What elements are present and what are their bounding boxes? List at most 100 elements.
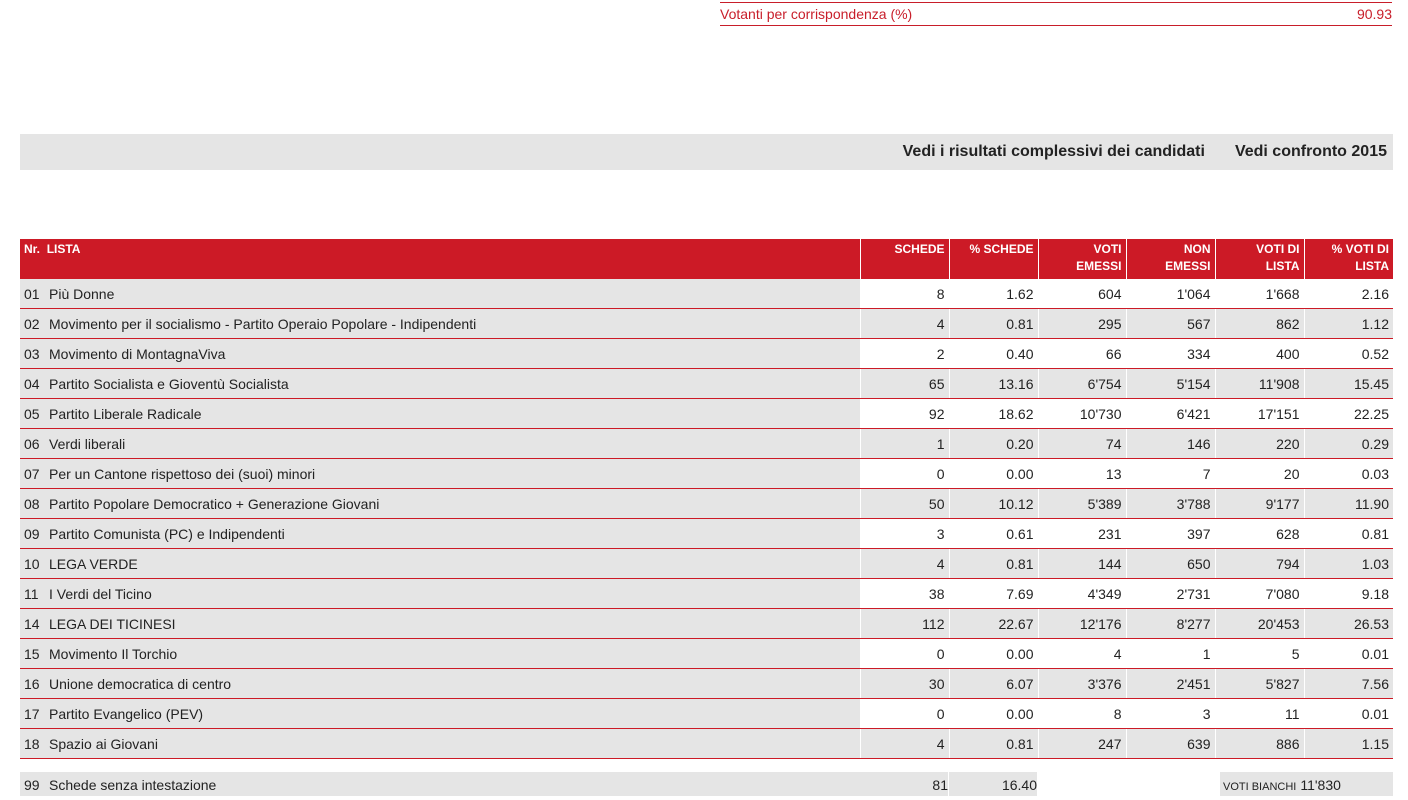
pct-voti-lista-cell: 7.56 xyxy=(1304,668,1393,699)
schede-cell: 0 xyxy=(860,458,950,489)
pct-schede-cell: 7.69 xyxy=(949,578,1039,609)
non-emessi-cell: 8'277 xyxy=(1126,608,1216,639)
list-name-cell: 14 LEGA DEI TICINESI xyxy=(20,608,861,639)
schede-cell: 30 xyxy=(860,668,950,699)
column-header-pct-schede[interactable]: % SCHEDE xyxy=(949,239,1039,279)
votanti-corrispondenza-label: Votanti per corrispondenza (%) xyxy=(720,6,913,22)
voti-emessi-cell: 8 xyxy=(1038,698,1127,729)
table-row: 14 LEGA DEI TICINESI 112 22.67 12'176 8'2… xyxy=(20,608,1393,639)
pct-schede-cell: 16.40 xyxy=(949,772,1037,796)
voti-emessi-cell: 10'730 xyxy=(1038,398,1127,429)
list-name-cell: 06 Verdi liberali xyxy=(20,428,861,459)
schede-cell: 3 xyxy=(860,518,950,549)
schede-cell: 92 xyxy=(860,398,950,429)
schede-senza-intestazione-row: 99 Schede senza intestazione 81 16.40 VOT… xyxy=(20,772,1393,796)
pct-schede-cell: 13.16 xyxy=(949,368,1039,399)
voti-bianchi-label: VOTI BIANCHI xyxy=(1223,781,1297,793)
lists-results-table: Nr. LISTA SCHEDE % SCHEDE VOTI EMESSI NON… xyxy=(20,239,1393,759)
table-row: 04 Partito Socialista e Gioventù Socialis… xyxy=(20,368,1393,399)
voti-emessi-cell: 6'754 xyxy=(1038,368,1127,399)
compare-2015-link[interactable]: Vedi confronto 2015 xyxy=(1235,143,1387,161)
pct-schede-cell: 22.67 xyxy=(949,608,1039,639)
voti-emessi-cell: 295 xyxy=(1038,308,1127,339)
table-row: 02 Movimento per il socialismo - Partito … xyxy=(20,308,1393,339)
table-row: 10 LEGA VERDE 4 0.81 144 650 794 1.03 xyxy=(20,548,1393,579)
voti-emessi-cell: 74 xyxy=(1038,428,1127,459)
list-name-cell: 15 Movimento Il Torchio xyxy=(20,638,861,669)
pct-schede-cell: 0.00 xyxy=(949,698,1039,729)
non-emessi-cell: 567 xyxy=(1126,308,1216,339)
voti-emessi-cell: 4'349 xyxy=(1038,578,1127,609)
schede-cell: 0 xyxy=(860,698,950,729)
voti-emessi-cell: 66 xyxy=(1038,338,1127,369)
pct-voti-lista-cell: 9.18 xyxy=(1304,578,1393,609)
non-emessi-cell: 7 xyxy=(1126,458,1216,489)
pct-schede-cell: 0.40 xyxy=(949,338,1039,369)
voti-lista-cell: 220 xyxy=(1215,428,1305,459)
non-emessi-cell: 6'421 xyxy=(1126,398,1216,429)
pct-voti-lista-cell: 26.53 xyxy=(1304,608,1393,639)
pct-voti-lista-cell: 2.16 xyxy=(1304,279,1393,309)
non-emessi-cell: 1 xyxy=(1126,638,1216,669)
results-links-bar: Vedi i risultati complessivi dei candida… xyxy=(20,134,1393,170)
pct-voti-lista-cell: 22.25 xyxy=(1304,398,1393,429)
list-name-cell: 01 Più Donne xyxy=(20,279,861,309)
pct-schede-cell: 0.00 xyxy=(949,638,1039,669)
pct-schede-cell: 0.81 xyxy=(949,308,1039,339)
voti-emessi-cell: 247 xyxy=(1038,728,1127,759)
voti-lista-cell: 11 xyxy=(1215,698,1305,729)
voti-emessi-cell: 5'389 xyxy=(1038,488,1127,519)
table-row: 18 Spazio ai Giovani 4 0.81 247 639 886 1… xyxy=(20,728,1393,759)
voti-emessi-cell: 12'176 xyxy=(1038,608,1127,639)
candidates-results-link[interactable]: Vedi i risultati complessivi dei candida… xyxy=(903,143,1205,161)
table-row: 08 Partito Popolare Democratico + Generaz… xyxy=(20,488,1393,519)
voti-emessi-cell: 4 xyxy=(1038,638,1127,669)
voti-bianchi-cell: VOTI BIANCHI 11'830 xyxy=(1220,772,1393,796)
pct-schede-cell: 18.62 xyxy=(949,398,1039,429)
table-row: 01 Più Donne 8 1.62 604 1'064 1'668 2.16 xyxy=(20,279,1393,309)
non-emessi-cell: 1'064 xyxy=(1126,279,1216,309)
table-row: 11 I Verdi del Ticino 38 7.69 4'349 2'731… xyxy=(20,578,1393,609)
column-header-voti-lista[interactable]: VOTI DI LISTA xyxy=(1215,239,1305,279)
list-name-cell: 99 Schede senza intestazione xyxy=(20,772,864,796)
schede-cell: 65 xyxy=(860,368,950,399)
column-header-schede[interactable]: SCHEDE xyxy=(860,239,950,279)
pct-schede-cell: 0.61 xyxy=(949,518,1039,549)
pct-voti-lista-cell: 15.45 xyxy=(1304,368,1393,399)
schede-cell: 38 xyxy=(860,578,950,609)
schede-cell: 4 xyxy=(860,308,950,339)
schede-cell: 8 xyxy=(860,279,950,309)
list-name-cell: 02 Movimento per il socialismo - Partito … xyxy=(20,308,861,339)
schede-cell: 81 xyxy=(860,772,948,796)
schede-cell: 2 xyxy=(860,338,950,369)
list-name-cell: 05 Partito Liberale Radicale xyxy=(20,398,861,429)
voti-lista-cell: 1'668 xyxy=(1215,279,1305,309)
table-row: 07 Per un Cantone rispettoso dei (suoi) m… xyxy=(20,458,1393,489)
header-nr: Nr. xyxy=(24,242,41,256)
schede-cell: 0 xyxy=(860,638,950,669)
voti-lista-cell: 400 xyxy=(1215,338,1305,369)
non-emessi-cell: 3'788 xyxy=(1126,488,1216,519)
table-row: 15 Movimento Il Torchio 0 0.00 4 1 5 0.01 xyxy=(20,638,1393,669)
voti-emessi-cell: 3'376 xyxy=(1038,668,1127,699)
list-name-cell: 09 Partito Comunista (PC) e Indipendenti xyxy=(20,518,861,549)
voti-lista-cell: 20 xyxy=(1215,458,1305,489)
pct-voti-lista-cell: 0.52 xyxy=(1304,338,1393,369)
column-header-non-emessi[interactable]: NON EMESSI xyxy=(1126,239,1216,279)
column-header-lista[interactable]: Nr. LISTA xyxy=(20,239,861,279)
pct-voti-lista-cell: 11.90 xyxy=(1304,488,1393,519)
table-header-row: Nr. LISTA SCHEDE % SCHEDE VOTI EMESSI NON… xyxy=(20,239,1393,279)
voti-lista-cell: 11'908 xyxy=(1215,368,1305,399)
non-emessi-cell: 397 xyxy=(1126,518,1216,549)
list-name-cell: 03 Movimento di MontagnaViva xyxy=(20,338,861,369)
non-emessi-cell: 2'451 xyxy=(1126,668,1216,699)
column-header-voti-emessi[interactable]: VOTI EMESSI xyxy=(1038,239,1127,279)
voti-lista-cell: 5'827 xyxy=(1215,668,1305,699)
pct-voti-lista-cell: 0.01 xyxy=(1304,638,1393,669)
pct-schede-cell: 0.81 xyxy=(949,728,1039,759)
pct-schede-cell: 10.12 xyxy=(949,488,1039,519)
column-header-pct-voti-lista[interactable]: % VOTI DI LISTA xyxy=(1304,239,1393,279)
schede-cell: 50 xyxy=(860,488,950,519)
list-name-cell: 11 I Verdi del Ticino xyxy=(20,578,861,609)
table-row: 16 Unione democratica di centro 30 6.07 3… xyxy=(20,668,1393,699)
